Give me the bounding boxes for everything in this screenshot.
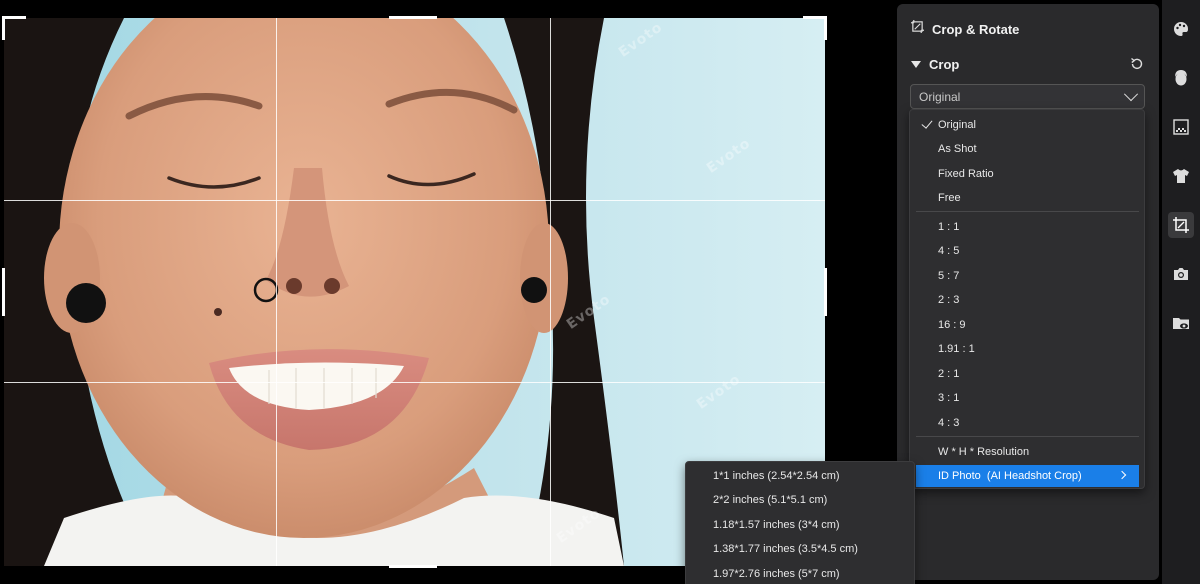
panel-title: Crop & Rotate bbox=[932, 21, 1020, 37]
submenu-item-1x1[interactable]: 1*1 inches (2.54*2.54 cm) bbox=[692, 465, 908, 487]
clothing-icon[interactable] bbox=[1168, 163, 1194, 189]
crop-section-header[interactable]: Crop bbox=[911, 56, 1145, 72]
grid-line-vertical-1 bbox=[276, 18, 277, 566]
submenu-item-2x2[interactable]: 2*2 inches (5.1*5.1 cm) bbox=[692, 489, 908, 511]
menu-item-ratio-16-9[interactable]: 16 : 9 bbox=[916, 314, 1139, 336]
folder-eye-icon[interactable] bbox=[1168, 310, 1194, 336]
crop-handle-bottom[interactable] bbox=[389, 565, 437, 568]
submenu-item-5x7cm[interactable]: 1.97*2.76 inches (5*7 cm) bbox=[692, 563, 908, 584]
grid-line-horizontal-2 bbox=[4, 382, 825, 383]
reset-icon[interactable] bbox=[1129, 56, 1145, 72]
aspect-ratio-menu: Original As Shot Fixed Ratio Free 1 : 1 … bbox=[909, 109, 1145, 489]
submenu-item-3-5x4-5cm[interactable]: 1.38*1.77 inches (3.5*4.5 cm) bbox=[692, 538, 908, 560]
id-photo-submenu: 1*1 inches (2.54*2.54 cm) 2*2 inches (5.… bbox=[685, 461, 915, 584]
aspect-ratio-select-value: Original bbox=[919, 89, 961, 104]
submenu-item-3x4cm[interactable]: 1.18*1.57 inches (3*4 cm) bbox=[692, 514, 908, 536]
menu-divider bbox=[916, 436, 1139, 437]
menu-item-wh-resolution[interactable]: W * H * Resolution bbox=[916, 441, 1139, 463]
crop-handle-right[interactable] bbox=[824, 268, 827, 316]
menu-item-ratio-2-1[interactable]: 2 : 1 bbox=[916, 363, 1139, 385]
grid-line-horizontal-1 bbox=[4, 200, 825, 201]
menu-item-original[interactable]: Original bbox=[916, 114, 1139, 136]
chevron-right-icon bbox=[1117, 470, 1127, 480]
camera-icon[interactable] bbox=[1168, 261, 1194, 287]
menu-item-id-photo[interactable]: ID Photo (AI Headshot Crop) bbox=[916, 465, 1139, 487]
menu-divider bbox=[916, 211, 1139, 212]
crop-handle-top-right[interactable] bbox=[824, 16, 827, 40]
panel-header: Crop & Rotate bbox=[911, 20, 1019, 38]
menu-item-ratio-5-7[interactable]: 5 : 7 bbox=[916, 265, 1139, 287]
menu-item-ratio-4-3[interactable]: 4 : 3 bbox=[916, 412, 1139, 434]
crop-icon[interactable] bbox=[1168, 212, 1194, 238]
crop-handle-top-left[interactable] bbox=[2, 16, 26, 19]
background-icon[interactable] bbox=[1168, 114, 1194, 140]
menu-item-free[interactable]: Free bbox=[916, 187, 1139, 209]
caret-down-icon bbox=[911, 60, 921, 68]
menu-item-ratio-3-1[interactable]: 3 : 1 bbox=[916, 387, 1139, 409]
menu-item-ratio-2-3[interactable]: 2 : 3 bbox=[916, 289, 1139, 311]
palette-icon[interactable] bbox=[1168, 16, 1194, 42]
face-icon[interactable] bbox=[1168, 65, 1194, 91]
grid-line-vertical-2 bbox=[550, 18, 551, 566]
aspect-ratio-select[interactable]: Original bbox=[910, 84, 1145, 109]
menu-item-ratio-4-5[interactable]: 4 : 5 bbox=[916, 240, 1139, 262]
menu-item-ratio-1-1[interactable]: 1 : 1 bbox=[916, 216, 1139, 238]
menu-item-as-shot[interactable]: As Shot bbox=[916, 138, 1139, 160]
crop-handle-top[interactable] bbox=[389, 16, 437, 19]
crop-rotate-icon bbox=[911, 20, 924, 38]
menu-item-ratio-1-91-1[interactable]: 1.91 : 1 bbox=[916, 338, 1139, 360]
checkmark-icon bbox=[921, 117, 933, 129]
right-toolbar bbox=[1162, 0, 1200, 584]
crop-handle-top-left[interactable] bbox=[2, 16, 5, 40]
crop-handle-left[interactable] bbox=[2, 268, 5, 316]
chevron-down-icon bbox=[1123, 86, 1139, 101]
crop-label: Crop bbox=[929, 56, 960, 72]
menu-item-fixed-ratio[interactable]: Fixed Ratio bbox=[916, 163, 1139, 185]
